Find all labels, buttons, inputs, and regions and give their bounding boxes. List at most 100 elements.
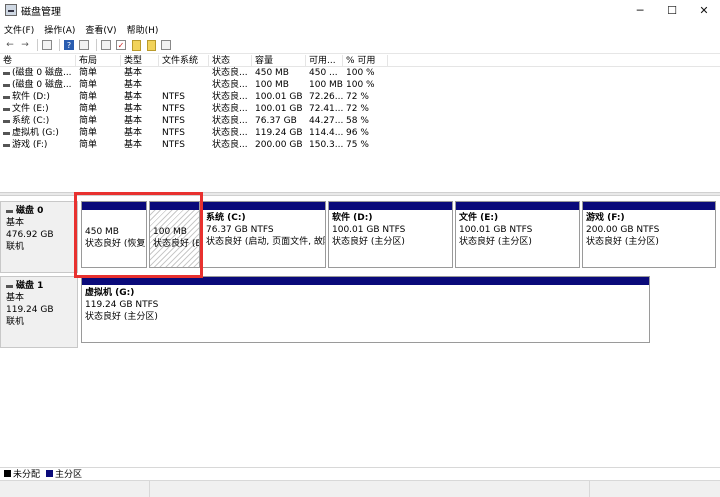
document-icon[interactable] [146,39,156,51]
partition-size: 100.01 GB NTFS [459,225,533,235]
cell-text: 虚拟机 (G:) [12,128,59,138]
checkmark-icon[interactable]: ✓ [116,40,126,50]
status-cell [590,481,720,497]
disk-1-label[interactable]: 磁盘 1 基本 119.24 GB 联机 [0,276,78,348]
partition-name: 软件 (D:) [332,213,373,223]
cell-layout: 简单 [76,127,121,139]
minimize-button[interactable]: ─ [624,0,656,21]
cell-text: 基本 [124,128,143,138]
disk-0-size: 476.92 GB [6,230,54,240]
column-header-layout[interactable]: 布局 [76,55,121,66]
cell-text: 简单 [79,140,98,150]
cell-free-space: 72.41... [306,103,343,115]
partition-name: 文件 (E:) [459,213,499,223]
table-row[interactable]: (磁盘 0 磁盘... 简单 基本 状态良... 100 MB 100 MB 100 % [0,79,720,91]
maximize-button[interactable]: ☐ [656,0,688,21]
cell-text: 72.26... [309,92,343,102]
cell-text: 100 MB [255,80,289,90]
cell-text: 200.00 GB [255,140,303,150]
partition-status: 状态良好 (主分区) [459,237,532,247]
cell-free-space: 150.3... [306,139,343,151]
cell-text: 72 % [346,104,369,114]
cell-percent-free: 58 % [343,115,388,127]
cell-type: 基本 [121,115,159,127]
menu-view[interactable]: 查看(V) [85,23,116,36]
properties-icon[interactable] [79,40,89,50]
partition-status: 状态良好 (主分区) [586,237,659,247]
connect-disk-icon[interactable] [101,40,111,50]
cell-text: 100.01 GB [255,92,303,102]
partition-files-e[interactable]: 文件 (E:) 100.01 GB NTFS 状态良好 (主分区) [455,201,580,268]
forward-arrow-icon[interactable]: → [19,39,31,51]
volume-icon [3,83,10,87]
column-header-type[interactable]: 类型 [121,55,159,66]
cell-text: 简单 [79,116,98,126]
cell-text: 状态良... [212,128,248,138]
table-row[interactable]: 虚拟机 (G:) 简单 基本 NTFS 状态良... 119.24 GB 114.4... 9… [0,127,720,139]
partition-games-f[interactable]: 游戏 (F:) 200.00 GB NTFS 状态良好 (主分区) [582,201,716,268]
title-bar: 磁盘管理 ─ ☐ ✕ [0,0,720,21]
column-header-capacity[interactable]: 容量 [252,55,306,66]
partition-name: 游戏 (F:) [586,213,625,223]
partition-status: 状态良好 (主分区) [85,312,158,322]
column-header-filesystem[interactable]: 文件系统 [159,55,209,66]
cell-text: 简单 [79,68,98,78]
help-icon[interactable]: ? [64,40,74,50]
partition-system-c[interactable]: 系统 (C:) 76.37 GB NTFS 状态良好 (启动, 页面文件, 故障 [202,201,326,268]
disk-1-status: 联机 [6,317,25,327]
menu-action[interactable]: 操作(A) [44,23,75,36]
cell-text: 基本 [124,92,143,102]
cell-text: 75 % [346,140,369,150]
show-console-tree-icon[interactable] [42,40,52,50]
cell-text: NTFS [162,116,185,126]
close-button[interactable]: ✕ [688,0,720,21]
partition-vm-g[interactable]: 虚拟机 (G:) 119.24 GB NTFS 状态良好 (主分区) [81,276,650,343]
volume-list-header: 卷 布局 类型 文件系统 状态 容量 可用... % 可用 [0,55,720,67]
cell-capacity: 100.01 GB [252,91,306,103]
view-list-icon[interactable] [161,40,171,50]
cell-text: 状态良... [212,116,248,126]
status-cell [150,481,590,497]
cell-text: 系统 (C:) [12,116,50,126]
back-arrow-icon[interactable]: ← [4,39,16,51]
highlight-box [74,192,203,278]
cell-capacity: 450 MB [252,67,306,79]
cell-status: 状态良... [209,139,252,151]
open-folder-icon[interactable] [131,39,141,51]
cell-text: 58 % [346,116,369,126]
menu-bar: 文件(F) 操作(A) 查看(V) 帮助(H) [0,21,720,37]
disk-0-label[interactable]: 磁盘 0 基本 476.92 GB 联机 [0,201,78,273]
cell-type: 基本 [121,127,159,139]
table-row[interactable]: 系统 (C:) 简单 基本 NTFS 状态良... 76.37 GB 44.27... 58 … [0,115,720,127]
table-row[interactable]: 软件 (D:) 简单 基本 NTFS 状态良... 100.01 GB 72.26... 72… [0,91,720,103]
cell-status: 状态良... [209,103,252,115]
partition-size: 119.24 GB NTFS [85,300,159,310]
column-header-percent-free[interactable]: % 可用 [343,55,388,66]
cell-text: 简单 [79,80,98,90]
legend-label: 未分配 [13,470,41,480]
legend-label: 主分区 [55,470,83,480]
cell-type: 基本 [121,91,159,103]
column-header-volume[interactable]: 卷 [0,55,76,66]
volume-icon [3,143,10,147]
cell-text: 150.3... [309,140,343,150]
table-row[interactable]: 游戏 (F:) 简单 基本 NTFS 状态良... 200.00 GB 150.3... 75… [0,139,720,151]
cell-volume: 软件 (D:) [0,91,76,103]
cell-text: (磁盘 0 磁盘... [12,80,72,90]
cell-status: 状态良... [209,127,252,139]
menu-file[interactable]: 文件(F) [4,23,34,36]
cell-capacity: 100.01 GB [252,103,306,115]
table-row[interactable]: 文件 (E:) 简单 基本 NTFS 状态良... 100.01 GB 72.41... 72… [0,103,720,115]
column-header-status[interactable]: 状态 [209,55,252,66]
cell-text: 简单 [79,92,98,102]
column-header-free-space[interactable]: 可用... [306,55,343,66]
cell-type: 基本 [121,67,159,79]
toolbar-separator [37,39,38,51]
volume-list: 卷 布局 类型 文件系统 状态 容量 可用... % 可用 (磁盘 0 磁盘..… [0,55,720,192]
partition-software-d[interactable]: 软件 (D:) 100.01 GB NTFS 状态良好 (主分区) [328,201,453,268]
menu-help[interactable]: 帮助(H) [127,23,159,36]
cell-filesystem [159,67,209,79]
disk-1-type: 基本 [6,293,25,303]
table-row[interactable]: (磁盘 0 磁盘... 简单 基本 状态良... 450 MB 450 ... 100 % [0,67,720,79]
cell-free-space: 72.26... [306,91,343,103]
